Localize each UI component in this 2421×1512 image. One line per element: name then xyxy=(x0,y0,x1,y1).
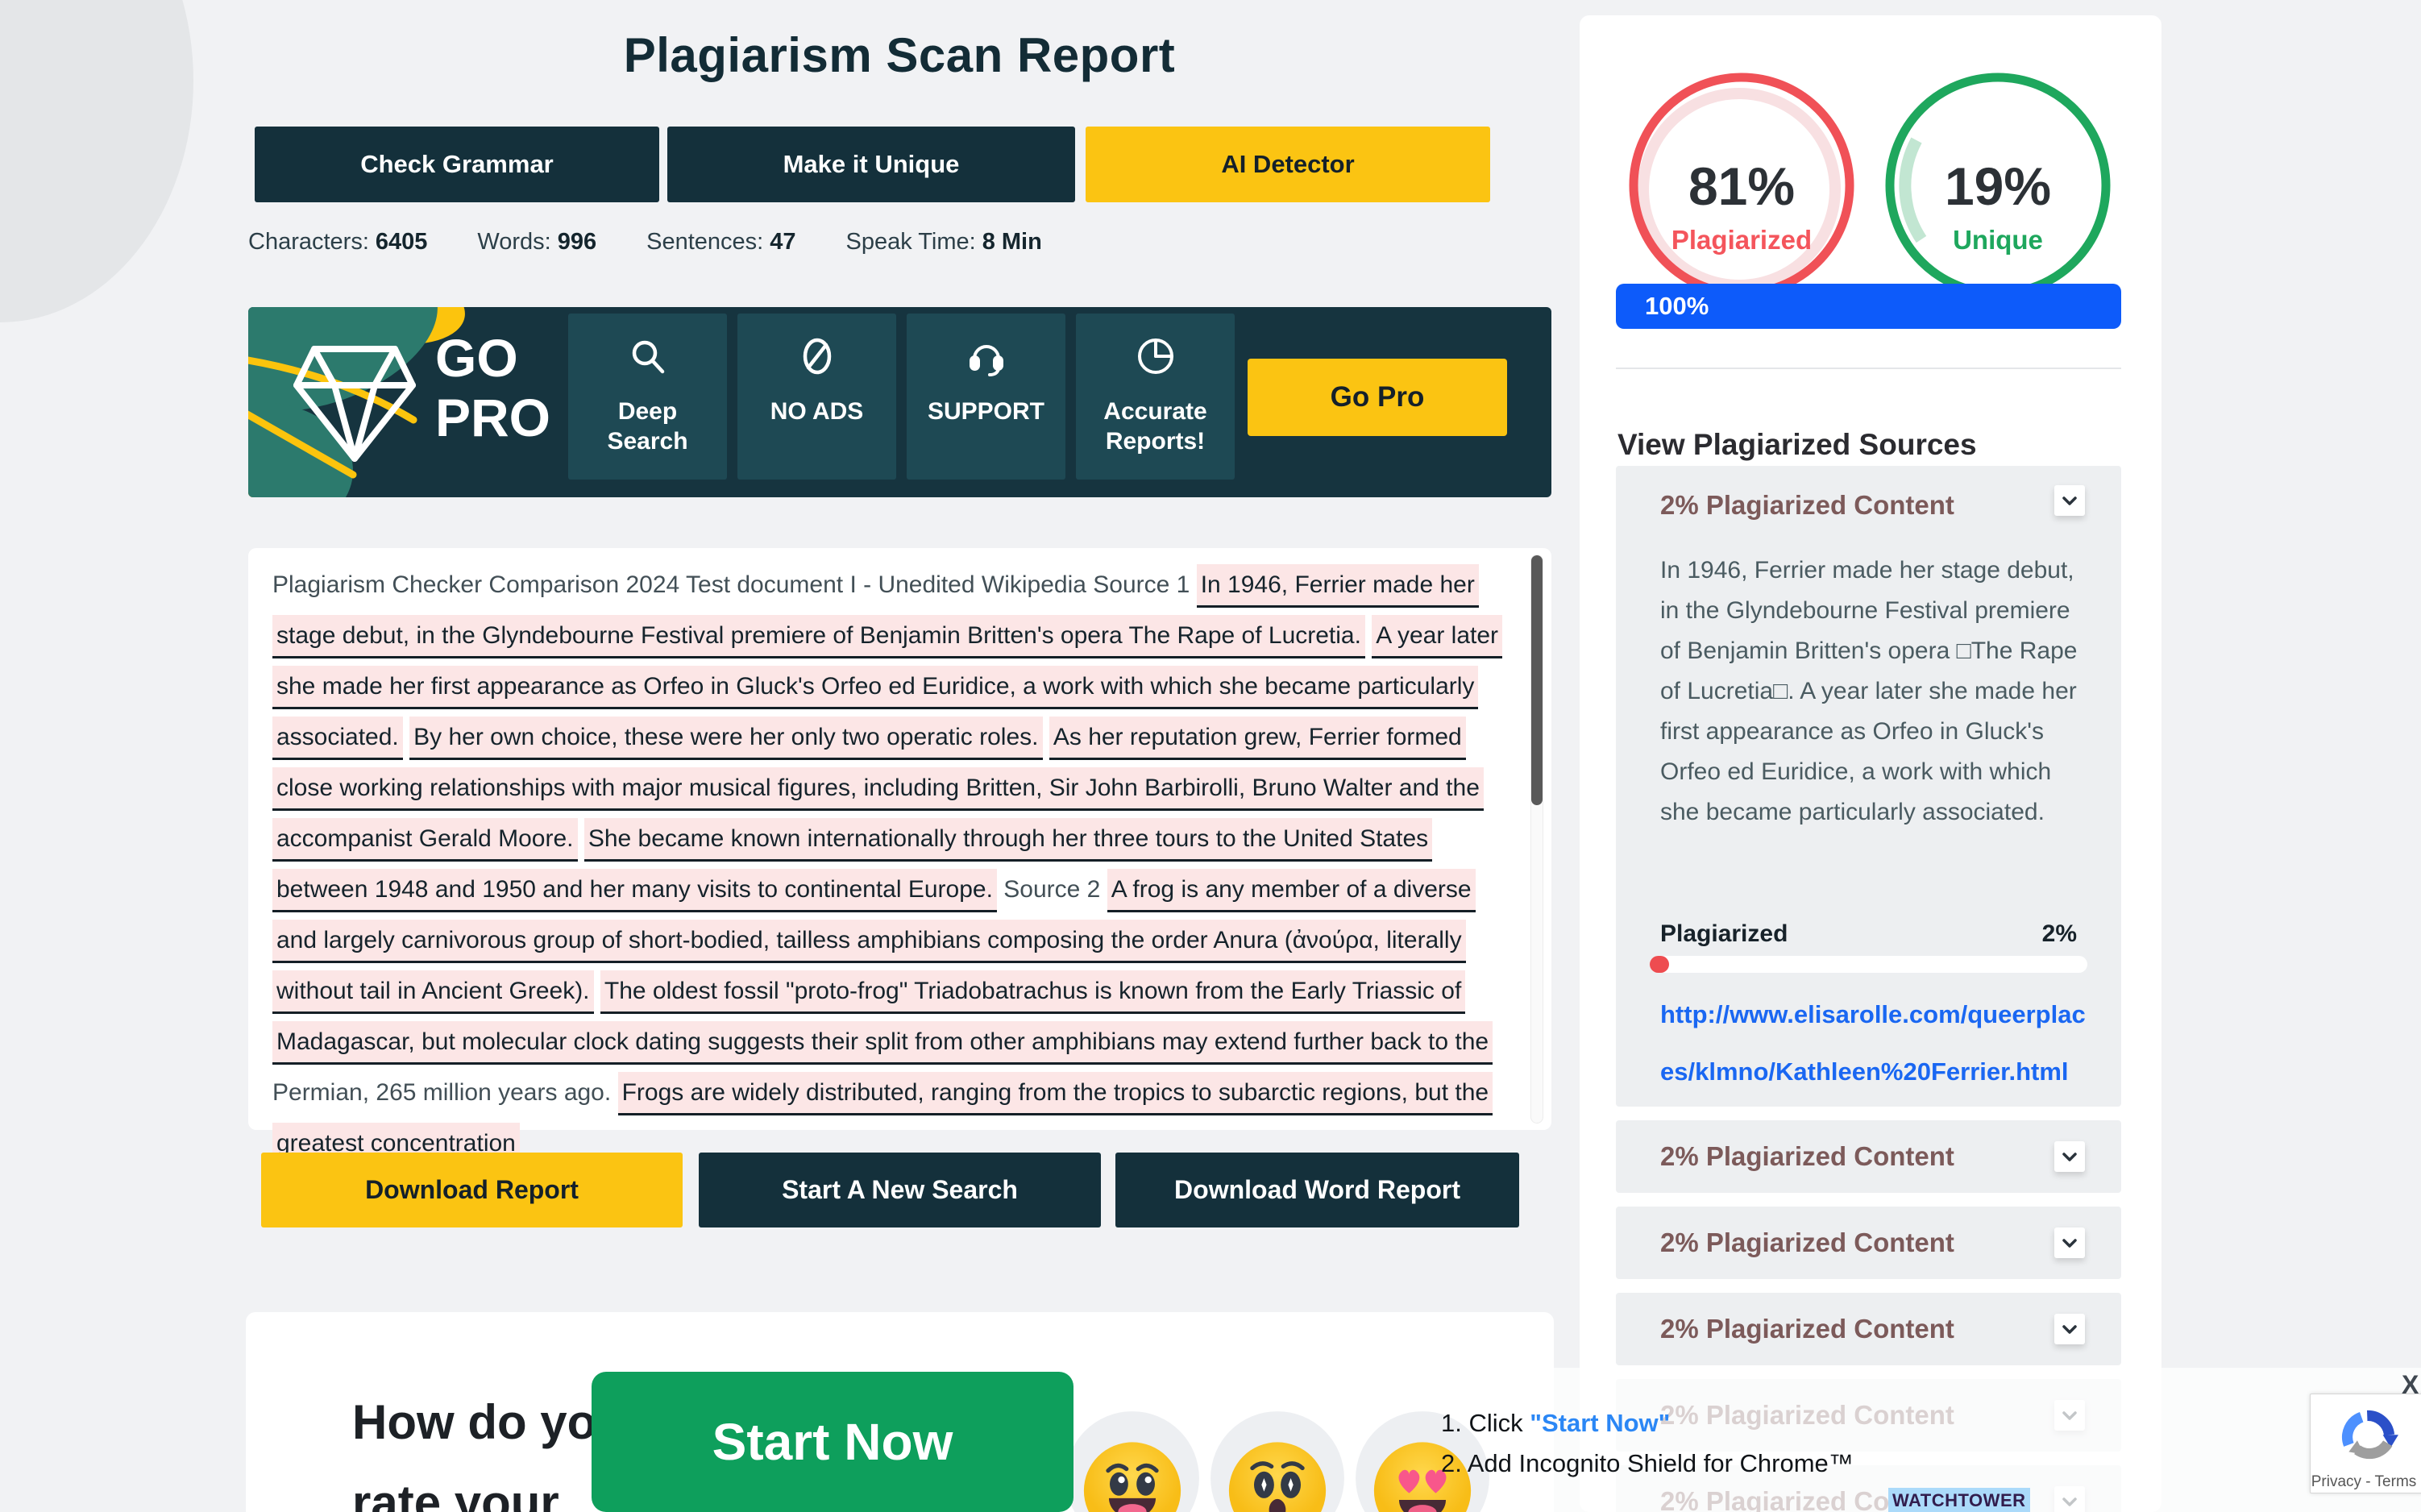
feature-label: NO ADS xyxy=(753,397,882,426)
source-caption: 2% Plagiarized Content xyxy=(1660,1207,1954,1279)
watchtower-logo[interactable]: WATCHTOWER xyxy=(1888,1488,2030,1512)
check-grammar-button[interactable]: Check Grammar xyxy=(255,127,659,202)
promo-steps: 1. Click "Start Now" 2. Add Incognito Sh… xyxy=(1441,1409,1854,1478)
stat-item: Sentences: 47 xyxy=(646,229,795,255)
go-pro-button[interactable]: Go Pro xyxy=(1248,359,1507,436)
results-sidebar: 81% Plagiarized 19% Unique 100% View Pla… xyxy=(1580,15,2161,1512)
scanned-document-panel: Plagiarism Checker Comparison 2024 Test … xyxy=(248,548,1551,1130)
scanned-document-text: Plagiarism Checker Comparison 2024 Test … xyxy=(272,559,1518,1169)
source-card-collapsed[interactable]: 2% Plagiarized Content xyxy=(1616,1207,2121,1279)
unique-label: Unique xyxy=(1953,225,2043,255)
stat-value: 6405 xyxy=(376,229,428,255)
stat-item: Speak Time:8 Min xyxy=(846,229,1042,255)
step-1-text: 1. Click xyxy=(1441,1409,1530,1437)
promo-heading-line1: How do yo xyxy=(352,1394,596,1450)
unique-segment: Source 2 xyxy=(1003,876,1100,903)
stat-label: Sentences: xyxy=(646,229,763,255)
headset-icon xyxy=(965,368,1008,381)
document-scrollbar[interactable] xyxy=(1530,555,1543,1124)
astonished-emoji xyxy=(1209,1410,1346,1512)
scan-progress-bar: 100% xyxy=(1616,284,2121,329)
make-it-unique-button[interactable]: Make it Unique xyxy=(667,127,1075,202)
pie-chart-icon xyxy=(1134,368,1177,381)
stat-item: Characters: 6405 xyxy=(248,229,427,255)
plagiarism-report-page: Plagiarism Scan Report Check Grammar Mak… xyxy=(0,0,2421,1512)
plagiarized-score-ring: 81% Plagiarized xyxy=(1628,72,1855,299)
download-report-button[interactable]: Download Report xyxy=(261,1153,683,1227)
recaptcha-privacy-terms[interactable]: Privacy - Terms xyxy=(2311,1473,2417,1491)
promo-step-1: 1. Click "Start Now" xyxy=(1441,1409,1854,1438)
source-card-expanded: 2% Plagiarized Content In 1946, Ferrier … xyxy=(1616,466,2121,1107)
stat-label: Words: xyxy=(477,229,550,255)
source-url-line[interactable]: http://www.elisarolle.com/queerplac xyxy=(1660,986,2091,1043)
go-pro-feature-tile: Deep Search xyxy=(568,314,727,480)
source-url-line[interactable]: es/klmno/Kathleen%20Ferrier.html xyxy=(1660,1043,2091,1100)
feature-label: Deep Search xyxy=(583,397,712,456)
source-meter-label: Plagiarized xyxy=(1660,920,1788,948)
stat-value: 996 xyxy=(558,229,596,255)
source-excerpt: In 1946, Ferrier made her stage debut, i… xyxy=(1660,550,2087,833)
stat-label: Characters: xyxy=(248,229,369,255)
source-caption: 2% Plagiarized Content xyxy=(1660,490,1954,521)
promo-heading-line2: rate your xyxy=(352,1475,559,1512)
unique-segment: Permian, 265 million years ago. xyxy=(272,1079,611,1106)
download-word-report-button[interactable]: Download Word Report xyxy=(1115,1153,1519,1227)
source-url-link[interactable]: http://www.elisarolle.com/queerplac es/k… xyxy=(1660,986,2091,1100)
promo-step-2: 2. Add Incognito Shield for Chrome™ xyxy=(1441,1449,1854,1478)
stat-value: 47 xyxy=(770,229,795,255)
unique-percent: 19% xyxy=(1945,156,2051,216)
feature-label: Accurate Reports! xyxy=(1091,397,1220,456)
chevron-down-icon[interactable] xyxy=(2054,1314,2085,1344)
plagiarized-label: Plagiarized xyxy=(1671,225,1812,255)
stat-item: Words: 996 xyxy=(477,229,596,255)
start-now-button[interactable]: Start Now xyxy=(592,1372,1073,1512)
source-caption: 2% Plagiarized Content xyxy=(1660,1120,1954,1193)
chevron-down-icon[interactable] xyxy=(2054,1227,2085,1258)
ai-detector-button[interactable]: AI Detector xyxy=(1086,127,1490,202)
chevron-down-icon[interactable] xyxy=(2054,485,2085,516)
step-1-start-now-link[interactable]: "Start Now" xyxy=(1530,1409,1670,1437)
source-caption: 2% Plagiarized Content xyxy=(1660,1293,1954,1365)
go-pro-feature-tile: SUPPORT xyxy=(907,314,1065,480)
page-title: Plagiarism Scan Report xyxy=(247,27,1552,83)
unique-score-ring: 19% Unique xyxy=(1884,72,2112,299)
diamond-icon xyxy=(290,341,419,463)
start-new-search-button[interactable]: Start A New Search xyxy=(699,1153,1101,1227)
stat-label: Speak Time: xyxy=(846,229,976,255)
document-stats: Characters: 6405 Words: 996 Sentences: 47 Spea… xyxy=(248,229,1042,255)
search-icon xyxy=(626,368,670,381)
plagiarized-segment: By her own choice, these were her only t… xyxy=(409,717,1042,760)
chevron-down-icon[interactable] xyxy=(2054,1141,2085,1172)
go-pro-banner: GO PRO Deep SearchNO ADSSUPPORTAccurate … xyxy=(248,307,1551,497)
stat-value: 8 Min xyxy=(982,229,1042,255)
source-card-collapsed[interactable]: 2% Plagiarized Content xyxy=(1616,1293,2121,1365)
scrollbar-thumb[interactable] xyxy=(1531,555,1543,805)
source-meter-fill xyxy=(1650,956,1669,973)
go-pro-feature-tile: Accurate Reports! xyxy=(1076,314,1235,480)
go-pro-feature-tile: NO ADS xyxy=(737,314,896,480)
go-pro-features: Deep Search NO ADS SUPPORT Accurate Reports… xyxy=(568,314,1235,480)
excited-emoji xyxy=(1064,1410,1201,1512)
source-meter-track xyxy=(1650,956,2087,973)
unique-segment: Plagiarism Checker Comparison 2024 Test … xyxy=(272,571,1190,598)
recaptcha-badge[interactable]: Privacy - Terms xyxy=(2310,1394,2421,1493)
plagiarized-percent: 81% xyxy=(1688,156,1795,216)
corner-decoration xyxy=(0,0,193,322)
divider xyxy=(1616,368,2121,369)
source-meter-value: 2% xyxy=(2042,920,2077,948)
source-card-collapsed[interactable]: 2% Plagiarized Content xyxy=(1616,1120,2121,1193)
feature-label: SUPPORT xyxy=(922,397,1051,426)
sources-heading: View Plagiarized Sources xyxy=(1617,428,1977,462)
no-ads-icon xyxy=(795,368,839,381)
recaptcha-icon xyxy=(2332,1401,2406,1472)
